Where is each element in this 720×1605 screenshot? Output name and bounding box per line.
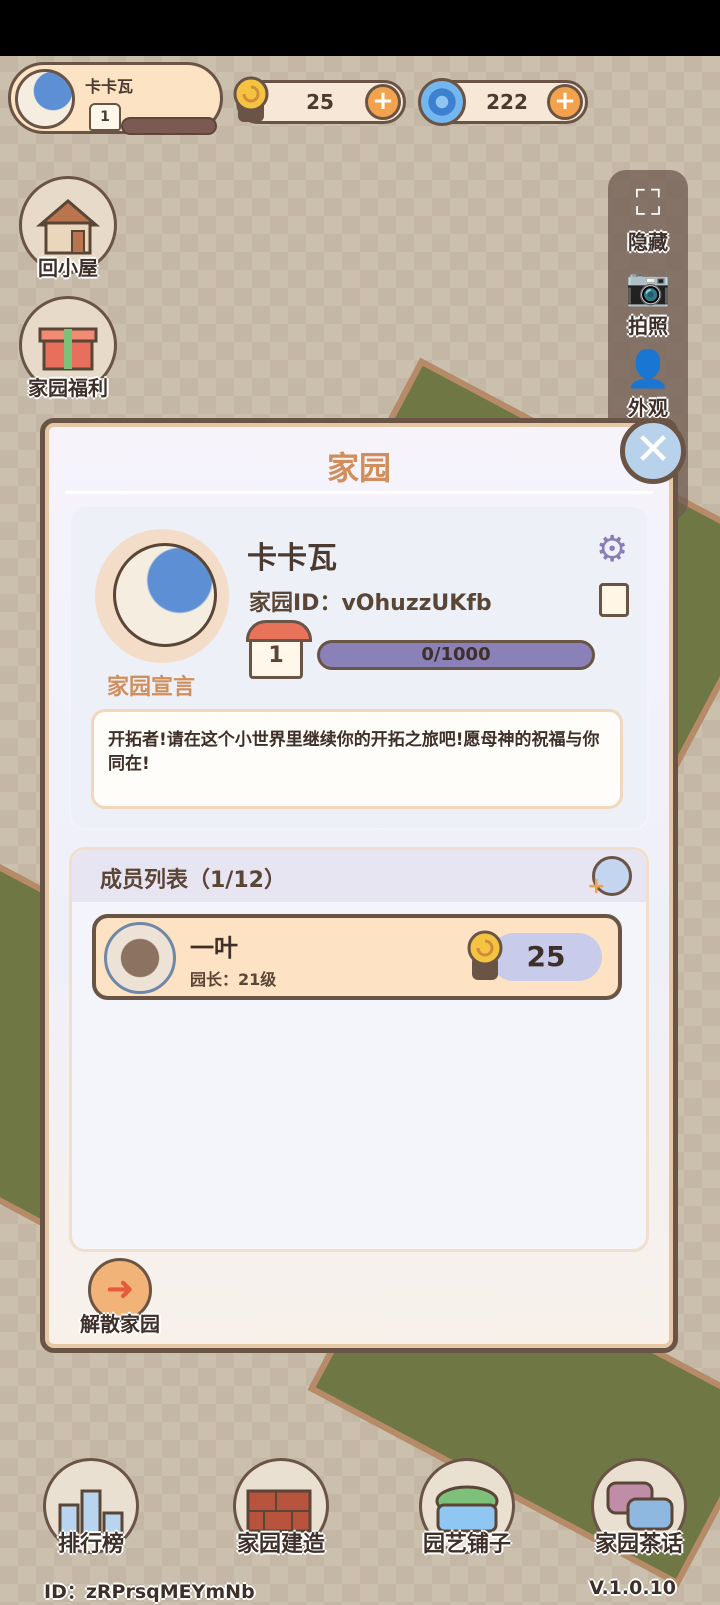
build-button[interactable]: 家园建造 — [226, 1458, 336, 1558]
dialog-title: 家园 — [326, 449, 391, 487]
home-info-card: 家园宣言 卡卡瓦 家园ID：vOhuzzUKfb ⚙ 1 0/1000 开拓者!… — [69, 505, 649, 830]
home-name: 卡卡瓦 — [247, 541, 337, 576]
hide-label: 隐藏 — [628, 230, 668, 254]
gear-icon[interactable]: ⚙ — [596, 529, 628, 570]
avatar — [104, 922, 176, 994]
add-swirl-button[interactable]: + — [547, 84, 583, 120]
swirl-currency-value: 222 — [486, 90, 528, 114]
profile-name: 卡卡瓦 — [85, 77, 134, 96]
chat-button[interactable]: 家园茶话 — [584, 1458, 694, 1558]
snail-icon — [233, 76, 269, 122]
home-id: 家园ID：vOhuzzUKfb — [249, 591, 492, 616]
member-list-card: 成员列表（1/12） + 一叶 园长：21级 25 — [69, 847, 649, 1252]
home-exp-bar: 0/1000 — [317, 640, 595, 670]
home-button-label: 回小屋 — [38, 256, 98, 280]
swirl-icon — [418, 78, 466, 126]
home-dialog: 家园 家园宣言 卡卡瓦 家园ID：vOhuzzUKfb ⚙ 1 0/1000 开… — [40, 418, 678, 1353]
ranking-label: 排行榜 — [57, 1532, 124, 1557]
home-level-badge: 1 — [246, 620, 312, 679]
character-icon: 👤 — [625, 349, 671, 390]
photo-label: 拍照 — [628, 314, 668, 338]
member-list-header: 成员列表（1/12） + — [72, 850, 646, 902]
profile-exp-bar — [121, 117, 217, 135]
level-badge: 1 — [89, 103, 121, 131]
manifesto-text[interactable]: 开拓者!请在这个小世界里继续你的开拓之旅吧!愿母神的祝福与你同在! — [91, 709, 623, 809]
welfare-button-label: 家园福利 — [28, 376, 108, 400]
user-id: ID：zRPrsqMEYmNb — [44, 1581, 255, 1603]
disband-button[interactable]: ➜ 解散家园 — [65, 1258, 175, 1337]
add-member-icon[interactable]: + — [587, 856, 632, 899]
home-button[interactable]: 回小屋 — [18, 176, 118, 280]
member-role: 园长：21级 — [190, 970, 277, 989]
appearance-label: 外观 — [628, 396, 668, 420]
cloud-wave-icon — [113, 543, 217, 647]
status-bar — [0, 0, 720, 56]
hide-button[interactable]: ⛶ 隐藏 — [608, 182, 688, 255]
appearance-button[interactable]: 👤 外观 — [608, 348, 688, 421]
fullscreen-icon: ⛶ — [635, 183, 661, 224]
version-label: V.1.0.10 — [589, 1577, 676, 1599]
chat-label: 家园茶话 — [594, 1532, 683, 1557]
divider — [65, 491, 653, 494]
ranking-button[interactable]: 排行榜 — [36, 1458, 146, 1558]
manifesto-label: 家园宣言 — [107, 675, 196, 700]
profile-pill[interactable]: 卡卡瓦 1 — [8, 62, 223, 135]
disband-label: 解散家园 — [80, 1312, 160, 1336]
add-snail-button[interactable]: + — [365, 84, 401, 120]
welfare-button[interactable]: 家园福利 — [18, 296, 118, 400]
camera-icon: 📷 — [625, 267, 671, 308]
gardening-label: 园艺铺子 — [422, 1532, 511, 1557]
photo-button[interactable]: 📷 拍照 — [608, 266, 688, 339]
avatar[interactable] — [15, 69, 75, 129]
snail-icon — [467, 930, 503, 980]
member-name: 一叶 — [190, 934, 238, 962]
snail-currency-value: 25 — [306, 90, 334, 114]
build-label: 家园建造 — [236, 1532, 325, 1557]
home-emblem — [95, 529, 229, 663]
gardening-button[interactable]: 园艺铺子 — [412, 1458, 522, 1558]
member-list-title: 成员列表（1/12） — [100, 868, 286, 893]
close-icon[interactable]: ✕ — [620, 418, 686, 484]
list-item[interactable]: 一叶 园长：21级 25 — [92, 914, 622, 1000]
copy-icon[interactable] — [594, 583, 630, 632]
